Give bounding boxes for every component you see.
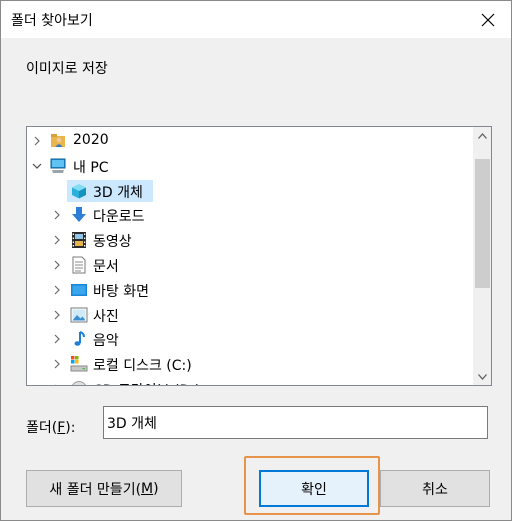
tree-item-label: 동영상 [93, 234, 132, 251]
downloads-icon [72, 207, 86, 223]
close-button[interactable] [465, 1, 511, 38]
new-folder-label: 새 폴더 만들기( [49, 481, 142, 498]
local-disk-icon [70, 356, 88, 372]
chevron-up-icon [477, 132, 487, 139]
close-icon [481, 13, 495, 26]
browse-folder-dialog: 폴더 찾아보기 이미지로 저장 2020 내 PC 3D 개체다운로드동영상문서바탕… [0, 0, 512, 521]
description-text: 이미지로 저장 [26, 61, 108, 77]
folder-label-end: ): [65, 420, 76, 436]
scroll-up-button[interactable] [473, 127, 491, 144]
scrollbar-thumb[interactable] [475, 159, 490, 288]
tree-item[interactable]: 내 PC [27, 154, 472, 178]
tree-item[interactable]: 동영상 [27, 228, 472, 252]
chevron-right-icon[interactable] [51, 284, 63, 296]
new-folder-button[interactable]: 새 폴더 만들기(M) [26, 470, 182, 507]
music-icon [74, 331, 85, 347]
chevron-right-icon[interactable] [51, 358, 63, 370]
new-folder-mnemonic: M [141, 480, 154, 497]
tree-item[interactable]: CD 드라이브 (D:) [27, 377, 472, 385]
window-title: 폴더 찾아보기 [11, 13, 93, 29]
tree-item[interactable]: 음악 [27, 327, 472, 351]
folder-label-text: 폴더( [26, 420, 58, 436]
tree-item[interactable]: 2020 [27, 129, 472, 153]
cd-drive-icon [72, 381, 86, 385]
chevron-right-icon[interactable] [51, 259, 63, 271]
pictures-icon [70, 307, 88, 323]
cancel-button[interactable]: 취소 [380, 470, 490, 507]
tree-item-label: 음악 [93, 333, 119, 350]
ok-button[interactable]: 확인 [259, 470, 369, 507]
chevron-down-icon[interactable] [31, 160, 43, 172]
chevron-right-icon[interactable] [51, 383, 63, 385]
computer-icon [50, 158, 66, 173]
tree-item-label: 사진 [93, 308, 119, 325]
chevron-right-icon[interactable] [51, 209, 63, 221]
tree-item[interactable]: 바탕 화면 [27, 278, 472, 302]
chevron-right-icon[interactable] [51, 309, 63, 321]
tree-item-label: 2020 [73, 132, 109, 148]
new-folder-label-end: ) [153, 480, 159, 497]
tree-item-label: 로컬 디스크 (C:) [93, 358, 192, 375]
chevron-down-icon [477, 373, 487, 380]
cancel-label: 취소 [422, 481, 448, 498]
tree-item[interactable]: 로컬 디스크 (C:) [27, 352, 472, 376]
folder-tree-items: 2020 내 PC 3D 개체다운로드동영상문서바탕 화면사진음악로컬 디스크 (C… [27, 127, 472, 385]
desktop-icon [71, 283, 87, 296]
scroll-down-button[interactable] [473, 368, 491, 385]
chevron-right-icon[interactable] [51, 333, 63, 345]
tree-item-label: CD 드라이브 (D:) [93, 380, 200, 385]
tree-item[interactable]: 다운로드 [27, 203, 472, 227]
tree-item-label: 3D 개체 [93, 184, 143, 201]
tree-item-label: 문서 [93, 259, 119, 275]
title-bar: 폴더 찾아보기 [1, 1, 511, 38]
user-folder-icon [51, 134, 65, 147]
tree-item[interactable]: 문서 [27, 253, 472, 277]
folder-tree[interactable]: 2020 내 PC 3D 개체다운로드동영상문서바탕 화면사진음악로컬 디스크 (C… [26, 126, 492, 386]
tree-item-label: 내 PC [73, 159, 109, 176]
tree-item[interactable]: 사진 [27, 303, 472, 327]
tree-item-label: 다운로드 [93, 209, 145, 226]
chevron-right-icon[interactable] [31, 135, 43, 147]
documents-icon [72, 256, 86, 274]
chevron-right-icon[interactable] [51, 234, 63, 246]
tree-item-label: 바탕 화면 [93, 283, 149, 300]
ok-label: 확인 [301, 481, 327, 498]
folder-field-label: 폴더(F): [26, 417, 75, 437]
3d-objects-icon [72, 183, 86, 199]
folder-name-input[interactable] [103, 406, 488, 439]
videos-icon [72, 232, 86, 249]
tree-item[interactable]: 3D 개체 [27, 179, 472, 203]
vertical-scrollbar[interactable] [473, 127, 491, 385]
